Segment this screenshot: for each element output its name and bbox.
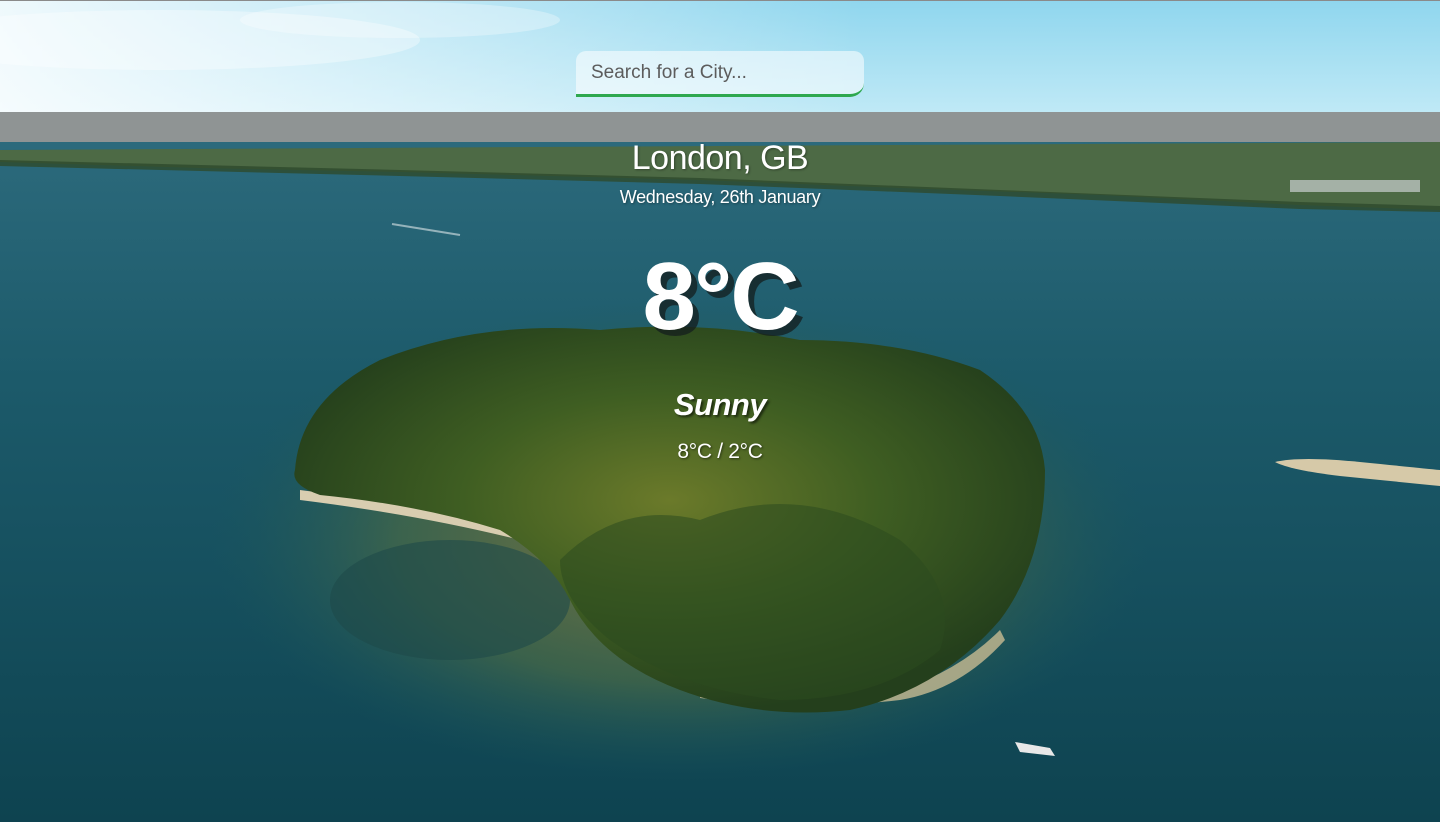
weather-app: London, GB Wednesday, 26th January 8°C S… [0, 0, 1440, 822]
search-input[interactable] [576, 51, 864, 94]
top-border [0, 0, 1440, 1]
weather-condition: Sunny [673, 387, 767, 422]
current-date: Wednesday, 26th January [619, 187, 821, 207]
location-title: London, GB [631, 139, 809, 177]
high-low-temperature: 8°C / 2°C [677, 440, 763, 463]
search-bar[interactable] [576, 51, 864, 97]
current-temperature: 8°C [642, 243, 799, 350]
